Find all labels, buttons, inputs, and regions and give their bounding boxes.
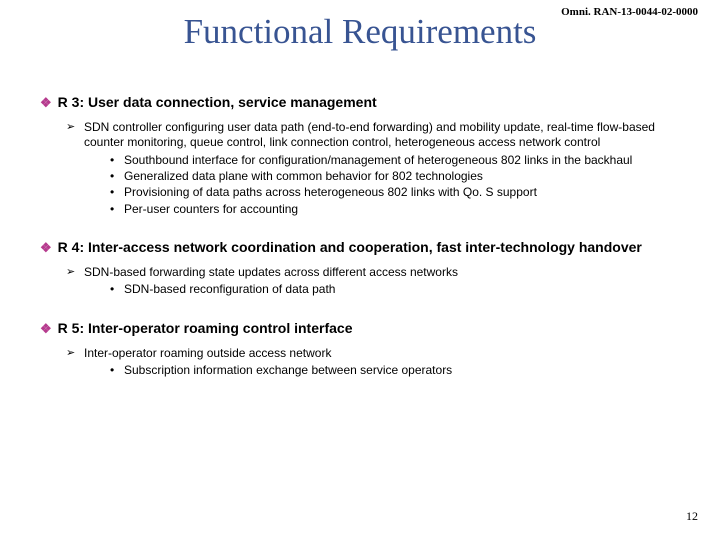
diamond-icon: ❖ <box>40 95 52 110</box>
dot-list: Southbound interface for configuration/m… <box>108 153 680 217</box>
section-heading-r4: ❖ R 4: Inter-access network coordination … <box>40 239 680 257</box>
dot-item: Provisioning of data paths across hetero… <box>108 185 680 200</box>
heading-text: R 5: Inter-operator roaming control inte… <box>58 320 353 336</box>
slide: Omni. RAN-13-0044-02-0000 Functional Req… <box>0 0 720 540</box>
arrow-item: Inter-operator roaming outside access ne… <box>66 346 680 379</box>
section-heading-r5: ❖ R 5: Inter-operator roaming control int… <box>40 320 680 338</box>
arrow-item: SDN controller configuring user data pat… <box>66 120 680 217</box>
heading-text: R 3: User data connection, service manag… <box>58 94 377 110</box>
arrow-item: SDN-based forwarding state updates acros… <box>66 265 680 298</box>
dot-item: Generalized data plane with common behav… <box>108 169 680 184</box>
dot-item: Subscription information exchange betwee… <box>108 363 680 378</box>
document-id: Omni. RAN-13-0044-02-0000 <box>561 6 698 18</box>
dot-item: SDN-based reconfiguration of data path <box>108 282 680 297</box>
content-body: ❖ R 3: User data connection, service mana… <box>0 56 720 378</box>
page-number: 12 <box>686 509 698 524</box>
arrow-text: SDN controller configuring user data pat… <box>84 120 655 149</box>
diamond-icon: ❖ <box>40 240 52 255</box>
dot-item: Per-user counters for accounting <box>108 202 680 217</box>
dot-list: SDN-based reconfiguration of data path <box>108 282 680 297</box>
section-heading-r3: ❖ R 3: User data connection, service mana… <box>40 94 680 112</box>
dot-list: Subscription information exchange betwee… <box>108 363 680 378</box>
arrow-text: SDN-based forwarding state updates acros… <box>84 265 458 279</box>
heading-text: R 4: Inter-access network coordination a… <box>58 239 642 255</box>
diamond-icon: ❖ <box>40 321 52 336</box>
arrow-text: Inter-operator roaming outside access ne… <box>84 346 331 360</box>
dot-item: Southbound interface for configuration/m… <box>108 153 680 168</box>
